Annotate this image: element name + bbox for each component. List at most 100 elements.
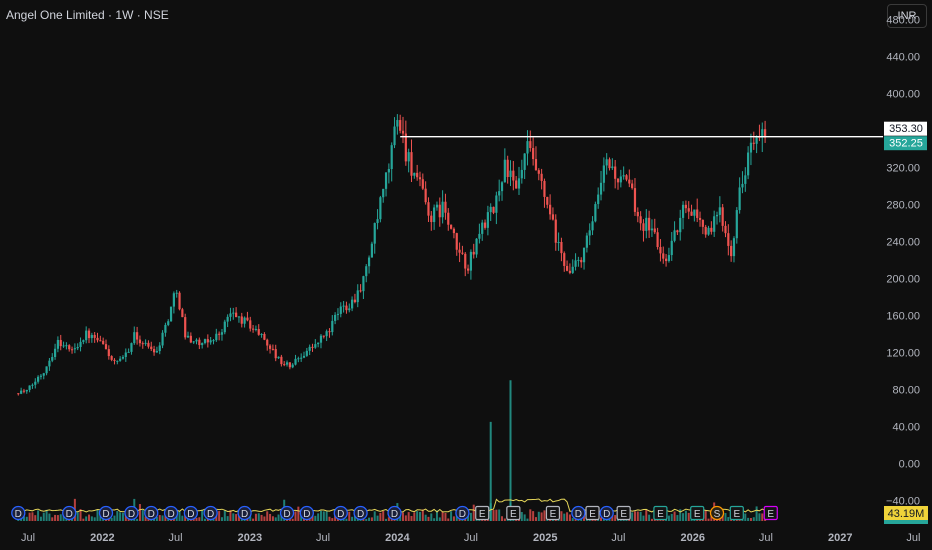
candle-body xyxy=(639,216,642,224)
volume-bar xyxy=(382,510,385,521)
volume-bar xyxy=(54,514,57,521)
candle-body xyxy=(464,253,467,269)
y-tick-label: 480.00 xyxy=(886,15,920,27)
volume-bar xyxy=(645,510,648,521)
candle-body xyxy=(172,293,175,307)
candle-body xyxy=(356,290,359,303)
volume-layer xyxy=(17,380,767,521)
candle xyxy=(684,200,687,214)
candle xyxy=(141,341,144,349)
candle xyxy=(704,224,707,238)
candle-body xyxy=(93,334,96,338)
volume-bar xyxy=(407,512,410,521)
candle xyxy=(563,251,566,272)
event-marker-label: D xyxy=(357,509,364,520)
volume-bar xyxy=(365,518,368,521)
candle-body xyxy=(155,351,159,353)
volume-bar xyxy=(56,515,59,521)
candle-body xyxy=(707,227,710,235)
candle-body xyxy=(642,223,645,231)
candle xyxy=(464,252,467,277)
event-marker-label: E xyxy=(657,509,664,520)
candle xyxy=(181,307,184,318)
candle xyxy=(532,137,535,166)
event-marker-label: E xyxy=(510,509,517,520)
candle-body xyxy=(130,343,133,352)
candle-body xyxy=(653,228,656,233)
candle xyxy=(424,181,427,205)
candle-body xyxy=(48,360,51,367)
candle-body xyxy=(70,349,74,351)
candle-body xyxy=(379,197,382,220)
candle-body xyxy=(161,332,164,346)
candle xyxy=(681,201,685,230)
volume-bar xyxy=(520,512,523,521)
candle-body xyxy=(37,376,40,382)
candle-body xyxy=(416,172,419,178)
candle-body xyxy=(203,339,207,344)
candle xyxy=(130,342,133,355)
candle-body xyxy=(571,266,574,273)
candle-body xyxy=(297,358,300,360)
volume-bar xyxy=(682,513,685,521)
candle xyxy=(311,343,314,352)
candle xyxy=(87,328,91,344)
volume-bar xyxy=(537,511,540,521)
candle xyxy=(376,209,379,230)
candle-body xyxy=(266,339,269,346)
volume-bar xyxy=(31,512,34,521)
line-price-label: 353.30 xyxy=(884,121,927,136)
x-tick-label: Jul xyxy=(21,532,35,544)
event-marker-earnings: E xyxy=(545,505,561,521)
candle xyxy=(616,177,620,190)
event-marker-label: E xyxy=(479,509,486,520)
volume-bar xyxy=(373,511,376,521)
candle xyxy=(164,322,167,337)
candle xyxy=(628,169,631,188)
candle xyxy=(450,224,453,230)
candle-body xyxy=(681,204,685,218)
candle xyxy=(752,131,755,150)
event-marker-label: D xyxy=(603,509,610,520)
candle-body xyxy=(679,217,682,233)
candle-body xyxy=(257,328,260,335)
candle-body xyxy=(599,182,603,195)
volume-bar xyxy=(314,515,317,521)
candle xyxy=(433,204,436,230)
candle-body xyxy=(167,321,170,325)
volume-bar xyxy=(633,511,636,521)
candle-body xyxy=(181,309,184,318)
candle xyxy=(560,237,563,262)
candle-body xyxy=(59,339,62,347)
candle-body xyxy=(735,210,738,239)
y-tick-label: 160.00 xyxy=(886,311,920,323)
candle xyxy=(475,238,478,258)
candle xyxy=(90,332,93,343)
candle xyxy=(167,319,170,327)
candle-body xyxy=(175,292,178,294)
candle-body xyxy=(121,356,125,359)
candle-body xyxy=(102,340,105,345)
candle xyxy=(690,204,693,216)
volume-bar xyxy=(96,509,99,521)
volume-bar xyxy=(416,511,419,521)
candle-body xyxy=(45,366,48,374)
candle xyxy=(308,344,311,356)
candle xyxy=(373,222,376,254)
event-marker-label: E xyxy=(767,509,774,520)
candle-body xyxy=(591,221,594,231)
volume-bar xyxy=(34,515,37,521)
candle xyxy=(602,157,605,192)
volume-bar xyxy=(141,510,144,521)
candle-body xyxy=(662,253,665,259)
x-tick-label: Jul xyxy=(464,532,478,544)
volume-bar xyxy=(642,515,645,521)
volume-bar xyxy=(266,511,269,521)
candle xyxy=(744,167,747,192)
candle-body xyxy=(469,251,473,271)
candlestick-chart[interactable]: DDDDDDDDDDDDDDDEEEDEDEEESEE 480.00440.00… xyxy=(0,0,932,550)
candle xyxy=(339,302,342,318)
candle xyxy=(133,326,136,345)
volume-bar xyxy=(260,514,263,521)
candle-body xyxy=(472,251,475,255)
